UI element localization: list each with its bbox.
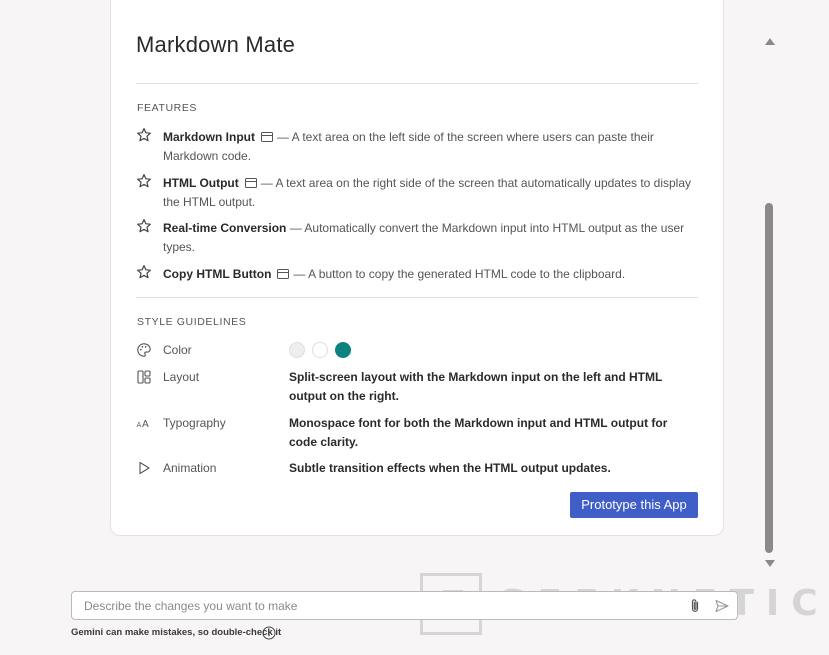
scrollbar-thumb[interactable] [765, 203, 773, 553]
disclaimer-text: Gemini can make mistakes, so double-chec… [71, 627, 282, 638]
send-icon[interactable] [714, 598, 730, 614]
feature-description: — A text area on the right side of the s… [163, 176, 692, 209]
feature-item-copy-html-button: Copy HTML Button — A button to copy the g… [136, 265, 696, 284]
prompt-input-box [71, 591, 738, 620]
scroll-down-arrow-icon[interactable] [765, 560, 775, 567]
features-heading: FEATURES [137, 102, 198, 114]
feature-item-realtime-conversion: Real-time Conversion — Automatically con… [136, 219, 696, 257]
color-swatch-light-gray [289, 342, 305, 358]
star-icon [137, 128, 151, 142]
feature-item-html-output: HTML Output — A text area on the right si… [136, 174, 696, 212]
text-size-icon: A A [137, 419, 150, 430]
features-divider [136, 297, 698, 298]
star-icon [137, 174, 151, 188]
guideline-value: Monospace font for both the Markdown inp… [289, 416, 668, 449]
style-guidelines-heading: STYLE GUIDELINES [137, 316, 247, 328]
guideline-label: Color [163, 343, 192, 357]
star-icon [137, 265, 151, 279]
feature-name: Copy HTML Button [163, 267, 272, 281]
feature-item-markdown-input: Markdown Input — A text area on the left … [136, 128, 696, 166]
scrollbar[interactable] [762, 30, 776, 575]
app-title: Markdown Mate [136, 32, 296, 57]
prototype-app-button[interactable]: Prototype this App [570, 492, 698, 518]
play-icon [139, 461, 150, 475]
palette-icon [137, 343, 151, 357]
guideline-label: Typography [163, 416, 226, 430]
guideline-label: Animation [163, 461, 217, 475]
info-icon[interactable] [262, 626, 276, 640]
feature-name: HTML Output [163, 176, 239, 190]
guideline-label: Layout [163, 370, 200, 384]
svg-text:A: A [137, 421, 142, 429]
guideline-value: Split-screen layout with the Markdown in… [289, 370, 663, 403]
feature-description: — A button to copy the generated HTML co… [293, 267, 626, 281]
scroll-up-arrow-icon[interactable] [765, 38, 775, 45]
svg-text:A: A [142, 419, 149, 430]
window-icon [277, 269, 290, 279]
color-swatches [289, 342, 351, 358]
attach-icon[interactable] [688, 598, 702, 614]
color-swatch-white [312, 342, 328, 358]
prompt-input[interactable] [84, 597, 674, 615]
feature-name: Real-time Conversion [163, 221, 287, 235]
layout-icon [137, 370, 151, 384]
color-swatch-teal [335, 342, 351, 358]
guideline-value: Subtle transition effects when the HTML … [289, 461, 611, 475]
feature-name: Markdown Input [163, 130, 255, 144]
window-icon [261, 132, 273, 142]
window-icon [244, 178, 257, 188]
title-divider [136, 83, 698, 84]
star-icon [137, 219, 151, 233]
